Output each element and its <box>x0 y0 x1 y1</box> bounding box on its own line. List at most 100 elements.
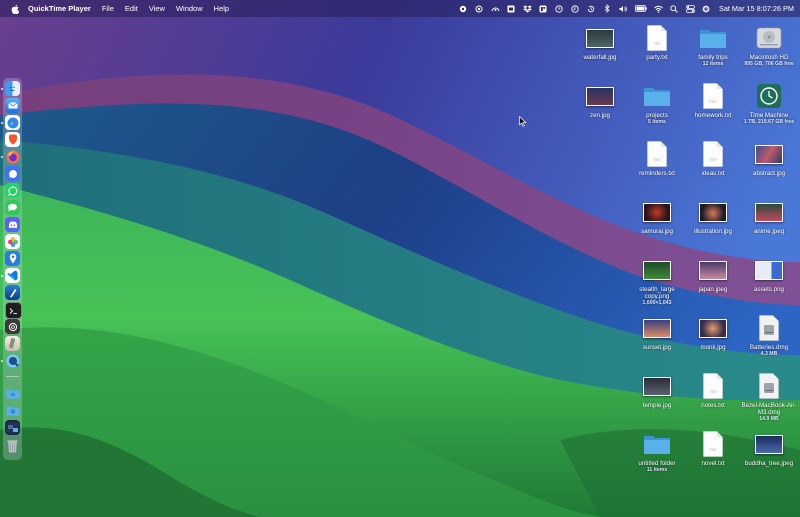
desktop-file-anime[interactable]: anime.jpeg <box>740 198 798 235</box>
folder-icon <box>700 30 726 48</box>
dock-separator <box>6 376 19 377</box>
dropbox-icon[interactable] <box>523 4 532 13</box>
svg-text:TXT: TXT <box>710 158 717 162</box>
desktop-file-party[interactable]: TXT party.txt <box>628 24 686 61</box>
image-thumbnail <box>755 260 783 280</box>
search-icon[interactable] <box>670 4 679 13</box>
desktop-file-notes[interactable]: TXT notes.txt <box>684 372 742 409</box>
whatsapp-icon[interactable] <box>5 183 20 198</box>
text-file-icon: TXT <box>703 83 723 109</box>
image-thumbnail <box>755 144 783 164</box>
messages-icon[interactable] <box>5 200 20 215</box>
apple-menu-icon[interactable] <box>10 3 20 15</box>
image-thumbnail <box>699 318 727 338</box>
desktop-file-batteries-dmg[interactable]: Batteries.dmg 4.3 MB <box>740 314 798 357</box>
time-machine-icon <box>757 84 781 108</box>
history-icon[interactable] <box>587 4 596 13</box>
desktop-file-bezel-dmg[interactable]: Bezel-MacBook-Air-M3.dmg 14.9 MB <box>740 372 798 422</box>
grid-icon[interactable] <box>539 4 548 13</box>
file-menu[interactable]: File <box>102 4 114 13</box>
desktop-file-temple[interactable]: temple.jpg <box>628 372 686 409</box>
desktop-file-buddha-tree[interactable]: buddha_tree.jpeg <box>740 430 798 467</box>
desktop-file-zen[interactable]: zen.jpg <box>571 82 629 119</box>
desktop-folder-untitled[interactable]: untitled folder 11 items <box>628 430 686 473</box>
view-menu[interactable]: View <box>149 4 165 13</box>
desktop-file-illustration[interactable]: illustration.jpg <box>684 198 742 235</box>
edit-menu[interactable]: Edit <box>125 4 138 13</box>
image-thumbnail <box>755 434 783 454</box>
desktop-file-waterfall[interactable]: waterfall.jpg <box>571 24 629 61</box>
image-thumbnail <box>643 376 671 396</box>
finder-icon[interactable] <box>5 81 20 96</box>
clock-icon[interactable] <box>571 4 580 13</box>
desktop-file-monk[interactable]: monk.jpg <box>684 314 742 351</box>
timer-icon[interactable] <box>555 4 564 13</box>
desktop-file-sunset[interactable]: sunset.jpg <box>628 314 686 351</box>
siri-icon[interactable] <box>702 4 711 13</box>
desktop-file-reminders[interactable]: TXT reminders.txt <box>628 140 686 177</box>
help-menu[interactable]: Help <box>214 4 229 13</box>
screenshots-stack-icon[interactable] <box>5 420 20 435</box>
terminal-icon[interactable] <box>5 302 22 319</box>
desktop-folder-family-trips[interactable]: family trips 12 items <box>684 24 742 67</box>
image-thumbnail <box>643 260 671 280</box>
firefox-icon[interactable] <box>5 149 20 164</box>
maps-icon[interactable] <box>5 251 20 266</box>
safari-icon[interactable] <box>5 115 20 130</box>
settings-icon[interactable] <box>459 4 468 13</box>
running-indicator <box>1 122 3 124</box>
wifi-icon[interactable] <box>654 4 663 13</box>
hotspot-icon[interactable] <box>475 4 484 13</box>
disk-image-icon <box>759 315 779 341</box>
desktop-file-japan[interactable]: japan.jpeg <box>684 256 742 293</box>
desktop-file-novel[interactable]: TXT novel.txt <box>684 430 742 467</box>
svg-text:TXT: TXT <box>654 158 661 162</box>
folder-icon <box>644 436 670 454</box>
camera-icon[interactable] <box>491 4 500 13</box>
signal-icon[interactable] <box>5 166 20 181</box>
disk-image-icon <box>759 373 779 399</box>
trash-icon[interactable] <box>5 438 20 453</box>
chatgpt-icon[interactable] <box>5 319 20 334</box>
screenshot-icon[interactable] <box>507 4 516 13</box>
desktop-folder-projects[interactable]: projects 5 items <box>628 82 686 125</box>
text-file-icon: TXT <box>703 373 723 399</box>
documents-folder-icon[interactable] <box>5 386 20 401</box>
image-thumbnail <box>586 86 614 106</box>
menu-bar: QuickTime Player File Edit View Window H… <box>0 0 800 17</box>
brave-icon[interactable] <box>5 132 20 147</box>
window-menu[interactable]: Window <box>176 4 203 13</box>
running-indicator <box>1 275 3 277</box>
xcode-icon[interactable] <box>5 285 20 300</box>
vscode-icon[interactable] <box>5 268 20 283</box>
mouse-cursor-icon <box>519 116 527 127</box>
text-file-icon: TXT <box>703 431 723 457</box>
quicktime-icon[interactable] <box>5 353 20 368</box>
menubar-clock[interactable]: Sat Mar 15 8:07:26 PM <box>719 4 794 13</box>
battery-icon[interactable] <box>635 4 647 13</box>
image-thumbnail <box>643 202 671 222</box>
desktop-file-stealth-large-copy[interactable]: stealth_large copy.png 1,600×1,043 <box>628 256 686 306</box>
desktop-drive-time-machine[interactable]: Time Machine 1 TB, 219.67 GB free <box>740 82 798 125</box>
desktop-file-ideas[interactable]: TXT ideas.txt <box>684 140 742 177</box>
app-menu[interactable]: QuickTime Player <box>28 4 91 13</box>
desktop-file-abstract[interactable]: abstract.jpg <box>740 140 798 177</box>
control-center-icon[interactable] <box>686 4 695 13</box>
volume-icon[interactable] <box>619 4 628 13</box>
desktop-file-samurai[interactable]: samurai.jpg <box>628 198 686 235</box>
image-thumbnail <box>643 318 671 338</box>
notes-icon[interactable] <box>5 336 20 351</box>
desktop-drive-macintosh-hd[interactable]: Macintosh HD 995 GB, 706 GB free <box>740 24 798 67</box>
mail-icon[interactable] <box>5 98 20 113</box>
photos-icon[interactable] <box>5 234 20 249</box>
discord-icon[interactable] <box>5 217 20 232</box>
folder-icon <box>644 88 670 106</box>
svg-text:TXT: TXT <box>710 390 717 394</box>
image-thumbnail <box>699 260 727 280</box>
downloads-folder-icon[interactable] <box>5 403 20 418</box>
image-thumbnail <box>755 202 783 222</box>
desktop-file-assets[interactable]: assets.png <box>740 256 798 293</box>
desktop-file-homework[interactable]: TXT homework.txt <box>684 82 742 119</box>
bluetooth-icon[interactable] <box>603 4 612 13</box>
running-indicator <box>1 156 3 158</box>
